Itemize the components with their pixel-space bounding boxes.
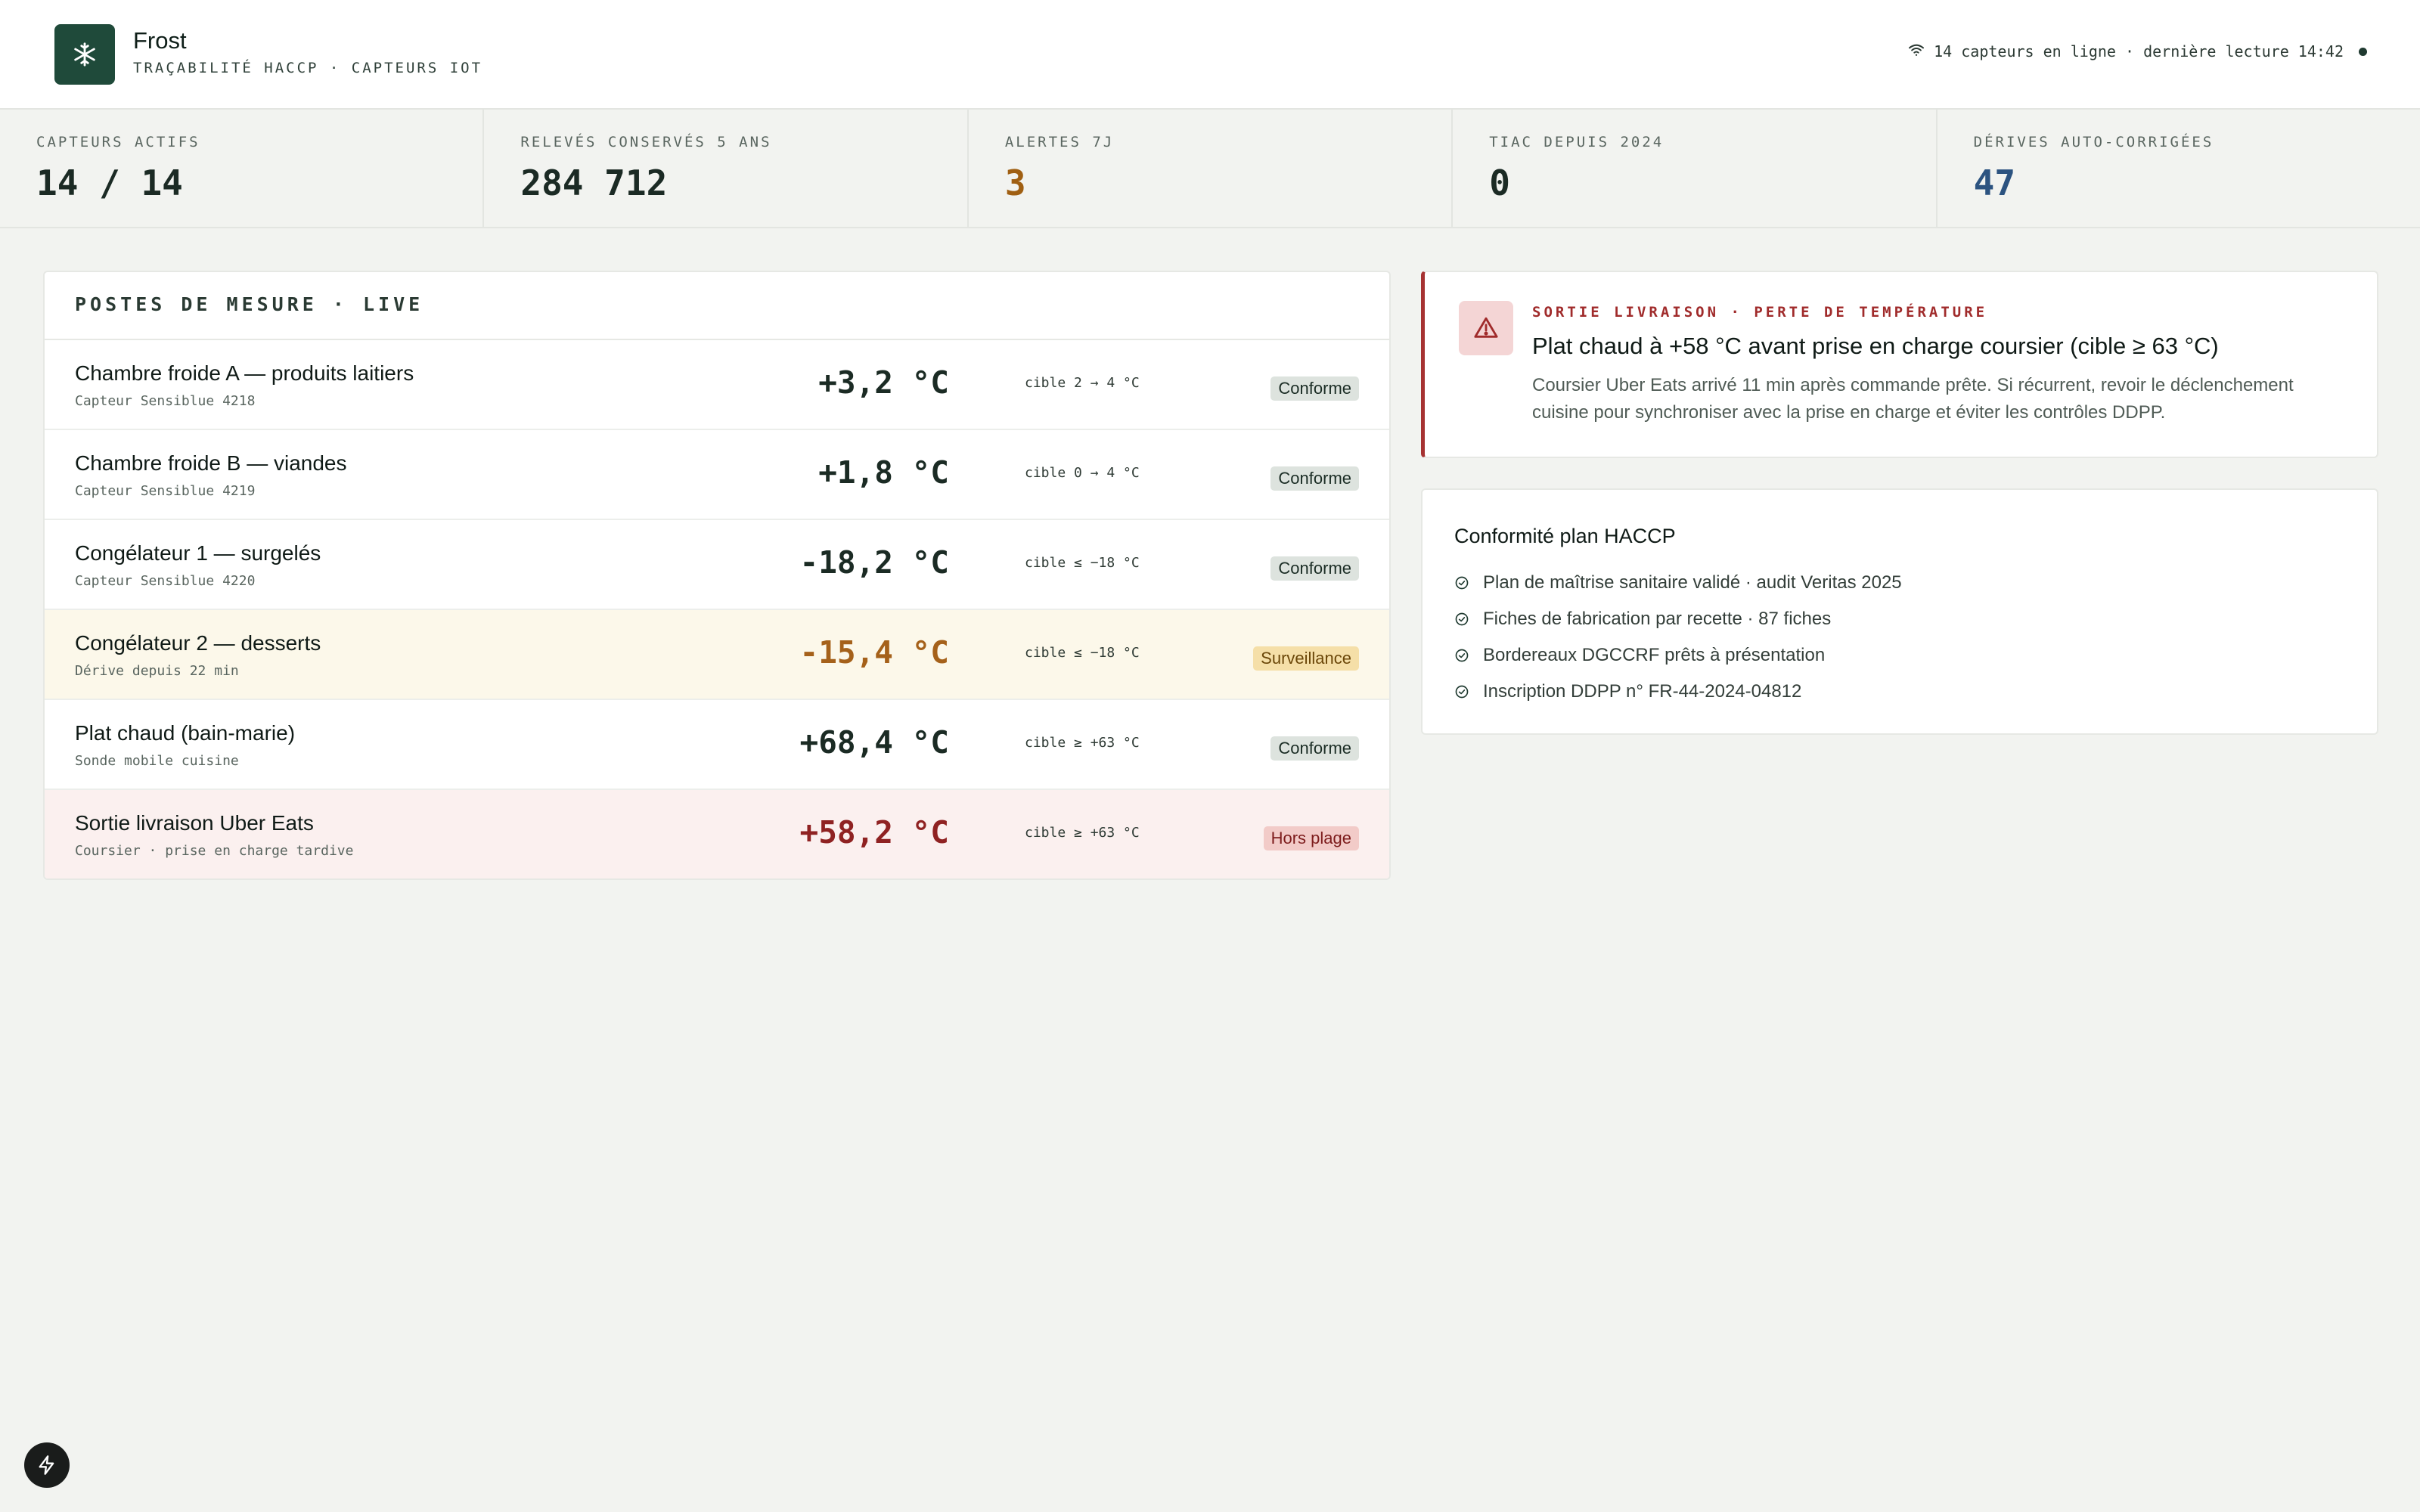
measure-panel: POSTES DE MESURE · LIVE Chambre froide A… — [43, 271, 1391, 880]
row-name: Plat chaud (bain-marie) — [75, 721, 296, 745]
stat-label: RELEVÉS CONSERVÉS 5 ANS — [520, 134, 772, 150]
row-temperature: -15,4 °C — [799, 634, 949, 671]
measure-row[interactable]: Plat chaud (bain-marie) Sonde mobile cui… — [45, 700, 1389, 790]
row-sensor: Coursier · prise en charge tardive — [75, 843, 354, 859]
lightning-icon — [39, 1455, 54, 1475]
status-badge: Surveillance — [1253, 646, 1359, 671]
stat-value: 0 — [1489, 163, 1510, 203]
row-sensor: Sonde mobile cuisine — [75, 753, 239, 769]
row-name: Congélateur 1 — surgelés — [75, 541, 321, 565]
measure-row[interactable]: Sortie livraison Uber Eats Coursier · pr… — [45, 790, 1389, 878]
connection-status: 14 capteurs en ligne · dernière lecture … — [1908, 42, 2367, 60]
stat-value: 14 / 14 — [36, 163, 183, 203]
row-sensor: Capteur Sensiblue 4220 — [75, 573, 256, 589]
app-title: Frost — [133, 27, 187, 54]
status-badge: Hors plage — [1263, 826, 1359, 850]
compliance-item: Plan de maîtrise sanitaire validé · audi… — [1454, 565, 2377, 601]
stat-active-sensors: CAPTEURS ACTIFS 14 / 14 — [0, 110, 485, 227]
app-subtitle: TRAÇABILITÉ HACCP · CAPTEURS IOT — [133, 60, 483, 76]
status-badge: Conforme — [1270, 376, 1359, 401]
alert-card: SORTIE LIVRAISON · PERTE DE TEMPÉRATURE … — [1421, 271, 2378, 458]
compliance-item: Fiches de fabrication par recette · 87 f… — [1454, 601, 2377, 637]
panel-title: POSTES DE MESURE · LIVE — [45, 272, 1389, 340]
row-sensor: Capteur Sensiblue 4219 — [75, 483, 256, 499]
row-target: cible ≥ +63 °C — [1025, 825, 1140, 841]
compliance-item-text: Inscription DDPP n° FR-44-2024-04812 — [1483, 681, 1802, 702]
measure-row[interactable]: Chambre froide B — viandes Capteur Sensi… — [45, 430, 1389, 520]
measure-row[interactable]: Chambre froide A — produits laitiers Cap… — [45, 340, 1389, 430]
status-badge: Conforme — [1270, 736, 1359, 761]
snowflake-logo-icon — [54, 24, 115, 85]
measure-row[interactable]: Congélateur 2 — desserts Dérive depuis 2… — [45, 610, 1389, 700]
lightning-action-button[interactable] — [24, 1442, 70, 1488]
row-sensor: Dérive depuis 22 min — [75, 663, 239, 679]
row-target: cible ≤ −18 °C — [1025, 645, 1140, 661]
stat-value: 284 712 — [520, 163, 668, 203]
status-badge: Conforme — [1270, 466, 1359, 491]
stat-drifts: DÉRIVES AUTO-CORRIGÉES 47 — [1938, 110, 2420, 227]
row-name: Sortie livraison Uber Eats — [75, 811, 314, 835]
live-dot-icon — [2359, 47, 2367, 56]
row-sensor: Capteur Sensiblue 4218 — [75, 393, 256, 409]
alert-description: Coursier Uber Eats arrivé 11 min après c… — [1532, 375, 2294, 423]
status-badge: Conforme — [1270, 556, 1359, 581]
row-target: cible 2 → 4 °C — [1025, 375, 1140, 391]
stat-label: CAPTEURS ACTIFS — [36, 134, 200, 150]
check-circle-icon — [1455, 685, 1469, 699]
compliance-item-text: Bordereaux DGCCRF prêts à présentation — [1483, 645, 1826, 665]
wifi-icon — [1908, 42, 1925, 60]
stats-strip: CAPTEURS ACTIFS 14 / 14 RELEVÉS CONSERVÉ… — [0, 110, 2420, 228]
stat-tiac: TIAC DEPUIS 2024 0 — [1453, 110, 1938, 227]
warning-triangle-icon — [1459, 301, 1513, 355]
alert-kicker: SORTIE LIVRAISON · PERTE DE TEMPÉRATURE — [1532, 304, 1988, 321]
stat-value: 3 — [1004, 163, 1026, 203]
row-target: cible ≥ +63 °C — [1025, 735, 1140, 751]
stat-readings: RELEVÉS CONSERVÉS 5 ANS 284 712 — [484, 110, 969, 227]
row-name: Chambre froide B — viandes — [75, 451, 347, 475]
row-name: Congélateur 2 — desserts — [75, 631, 321, 655]
status-text: 14 capteurs en ligne · dernière lecture … — [1934, 42, 2344, 60]
compliance-item: Bordereaux DGCCRF prêts à présentation — [1454, 637, 2377, 674]
row-temperature: +3,2 °C — [818, 364, 949, 401]
check-circle-icon — [1455, 649, 1469, 662]
compliance-item: Inscription DDPP n° FR-44-2024-04812 — [1454, 674, 2377, 710]
check-circle-icon — [1455, 612, 1469, 626]
stat-label: TIAC DEPUIS 2024 — [1489, 134, 1665, 150]
compliance-item-text: Fiches de fabrication par recette · 87 f… — [1483, 609, 1832, 629]
row-target: cible 0 → 4 °C — [1025, 465, 1140, 481]
stat-label: ALERTES 7J — [1004, 134, 1115, 150]
compliance-title: Conformité plan HACCP — [1454, 525, 1676, 547]
compliance-item-text: Plan de maîtrise sanitaire validé · audi… — [1483, 572, 1902, 593]
row-temperature: -18,2 °C — [799, 544, 949, 581]
row-temperature: +1,8 °C — [818, 454, 949, 491]
row-temperature: +68,4 °C — [799, 724, 949, 761]
row-target: cible ≤ −18 °C — [1025, 555, 1140, 571]
alert-title: Plat chaud à +58 °C avant prise en charg… — [1532, 333, 2219, 359]
check-circle-icon — [1455, 576, 1469, 590]
stat-label: DÉRIVES AUTO-CORRIGÉES — [1973, 134, 2214, 150]
measure-row[interactable]: Congélateur 1 — surgelés Capteur Sensibl… — [45, 520, 1389, 610]
row-temperature: +58,2 °C — [799, 814, 949, 850]
stat-value: 47 — [1973, 163, 2016, 203]
stat-alerts: ALERTES 7J 3 — [969, 110, 1454, 227]
top-bar: Frost TRAÇABILITÉ HACCP · CAPTEURS IOT 1… — [0, 0, 2420, 110]
row-name: Chambre froide A — produits laitiers — [75, 361, 414, 385]
compliance-card: Conformité plan HACCP Plan de maîtrise s… — [1421, 488, 2378, 735]
